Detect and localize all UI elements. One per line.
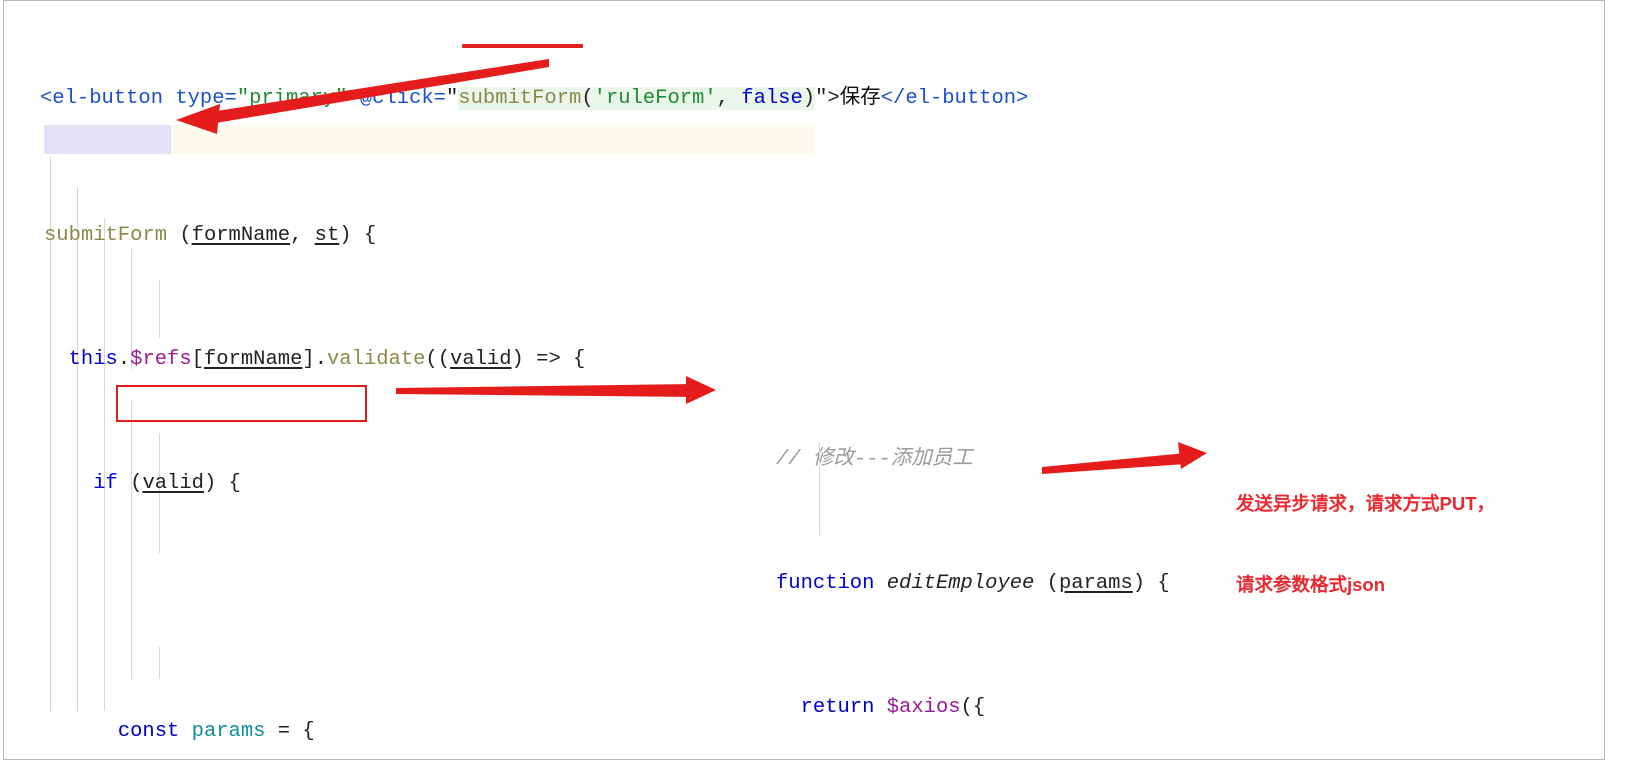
code-line-if-valid: if (valid) { [93, 472, 241, 495]
red-underline-submitform [462, 44, 583, 48]
annotation-note: 发送异步请求，请求方式PUT， 请求参数格式json [1236, 436, 1495, 652]
code-line-blank-1 [44, 592, 667, 623]
token-paren-open: ( [581, 87, 594, 110]
token-paren-close: ) [802, 87, 816, 110]
token-call-comma: , [716, 87, 742, 110]
code-line-const-params: const params = { [117, 720, 315, 743]
token-open-tag: <el-button [40, 87, 164, 110]
token-quote-close: " [815, 87, 828, 110]
token-attr-type: type= [163, 87, 237, 110]
token-close-tag: </el-button> [880, 87, 1029, 110]
token-method-name: submitForm [44, 224, 168, 247]
code-screenshot-panel: <el-button type="primary" @click="submit… [3, 0, 1605, 760]
token-function-keyword: function [776, 572, 875, 595]
token-api-comment: // 修改---添加员工 [776, 448, 973, 471]
token-axios-name: $axios [886, 696, 961, 719]
token-attr-type-value: "primary" [236, 87, 348, 110]
annotation-line-2: 请求参数格式json [1236, 574, 1386, 595]
code-line-signature: submitForm (formName, st) { [44, 224, 377, 247]
token-quote-open: " [445, 87, 459, 110]
token-call-arg2: false [741, 87, 803, 110]
code-line-api-return: return $axios({ [800, 696, 986, 719]
token-gt: > [827, 87, 840, 110]
api-code-block: // 修改---添加员工 function editEmployee (para… [776, 351, 1170, 759]
token-call-name: submitForm [458, 87, 582, 110]
indent-guide-api [819, 443, 820, 535]
token-button-text: 保存 [839, 87, 881, 110]
token-api-fn-name: editEmployee [886, 572, 1035, 595]
annotation-line-1: 发送异步请求，请求方式PUT， [1236, 493, 1496, 514]
code-line-validate: this.$refs[formName].validate((valid) =>… [68, 348, 586, 371]
red-box-edit-employee-call [116, 385, 367, 422]
code-line-api-signature: function editEmployee (params) { [776, 572, 1170, 595]
token-return-keyword: return [800, 696, 875, 719]
token-call-arg1: 'ruleForm' [593, 87, 717, 110]
code-line-api-comment: // 修改---添加员工 [776, 444, 1170, 475]
token-api-params: params [1058, 572, 1133, 595]
method-code-block: submitForm (formName, st) { this.$refs[f… [44, 127, 667, 759]
token-attr-click: @click= [347, 87, 446, 110]
